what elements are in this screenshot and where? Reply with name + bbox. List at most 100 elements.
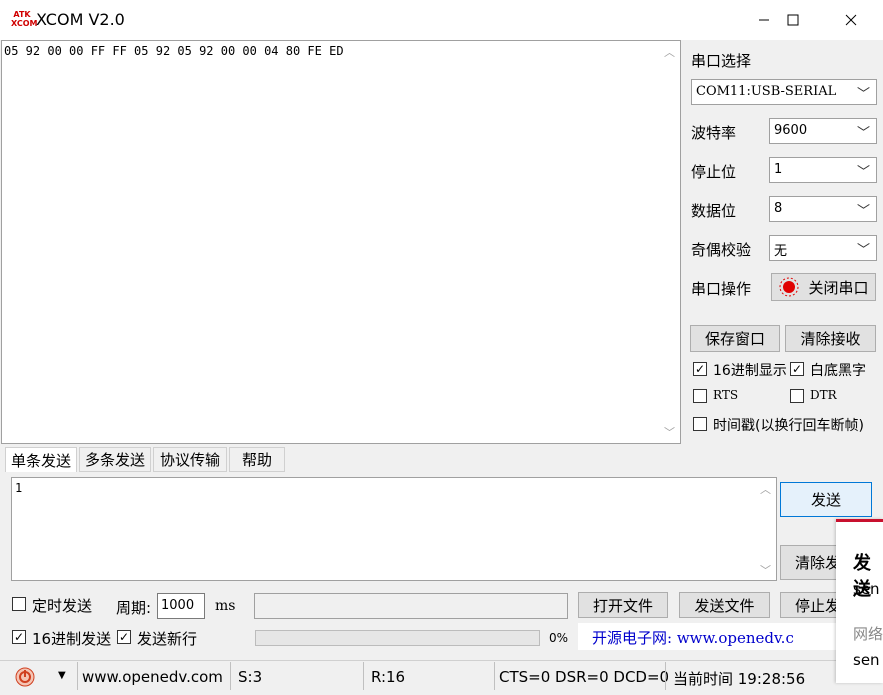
hex-send-checkbox[interactable]: ✓	[12, 630, 26, 644]
clear-receive-label: 清除接收	[800, 330, 861, 348]
port-select-value: COM11:USB-SERIAL	[696, 84, 837, 99]
data-bits-select[interactable]: 8 ﹀	[769, 196, 877, 222]
open-file-label: 打开文件	[592, 596, 653, 615]
serial-op-label: 串口操作	[691, 280, 752, 298]
parity-label: 奇偶校验	[691, 241, 752, 259]
period-unit: ms	[215, 598, 236, 614]
stop-bits-value: 1	[774, 162, 783, 177]
hex-display-checkbox[interactable]: ✓	[693, 362, 707, 376]
period-input[interactable]: 1000	[157, 593, 205, 619]
xcom-logo-icon: ATK XCOM	[11, 10, 38, 30]
dtr-checkbox[interactable]	[790, 389, 804, 403]
send-button[interactable]: 发送	[780, 482, 872, 517]
clear-receive-button[interactable]: 清除接收	[785, 325, 876, 352]
status-light-icon	[779, 277, 799, 297]
tab-help[interactable]: 帮助	[229, 447, 285, 472]
rts-label: RTS	[713, 388, 739, 402]
period-label: 周期:	[116, 599, 152, 617]
send-progress-bar	[255, 630, 540, 646]
send-file-label: 发送文件	[694, 596, 755, 615]
send-input[interactable]	[11, 477, 777, 581]
logo-text-bottom: XCOM	[11, 19, 38, 28]
close-icon	[845, 14, 857, 26]
white-bg-checkbox[interactable]: ✓	[790, 362, 804, 376]
hex-display-label: 16进制显示	[713, 363, 787, 379]
status-website[interactable]: www.openedv.com	[82, 668, 223, 686]
receive-scrollbar[interactable]	[659, 41, 680, 443]
send-newline-label: 发送新行	[137, 630, 198, 648]
send-newline-checkbox[interactable]: ✓	[117, 630, 131, 644]
receive-area[interactable]	[1, 40, 681, 444]
data-bits-label: 数据位	[691, 202, 737, 220]
scroll-up-icon[interactable]: ︿	[760, 481, 771, 497]
notification-popup[interactable]: 发送 sen 网络 sen	[836, 519, 883, 683]
tab-label: 单条发送	[10, 451, 71, 470]
close-port-label: 关闭串口	[808, 278, 869, 297]
stop-send-label: 停止发	[795, 596, 841, 615]
window-title: XCOM V2.0	[36, 10, 125, 29]
chevron-down-icon: ﹀	[856, 243, 870, 258]
status-sent: S:3	[238, 668, 263, 686]
chevron-down-icon: ﹀	[856, 87, 870, 102]
tab-protocol[interactable]: 协议传输	[153, 447, 227, 472]
save-window-label: 保存窗口	[704, 330, 765, 348]
parity-select[interactable]: 无 ﹀	[769, 235, 877, 261]
status-lines: CTS=0 DSR=0 DCD=0	[499, 668, 670, 686]
status-received: R:16	[371, 668, 406, 686]
data-bits-value: 8	[774, 201, 783, 216]
period-value: 1000	[161, 598, 195, 613]
send-button-label: 发送	[810, 491, 841, 509]
power-icon[interactable]	[15, 667, 35, 687]
maximize-icon	[787, 14, 799, 26]
receive-text: 05 92 00 00 FF FF 05 92 05 92 00 00 04 8…	[4, 44, 344, 58]
maximize-button[interactable]	[764, 0, 822, 40]
status-separator	[77, 662, 78, 690]
dropdown-arrow-icon[interactable]: ▼	[58, 670, 66, 681]
chevron-down-icon: ﹀	[856, 126, 870, 141]
scroll-up-icon[interactable]: ︿	[664, 44, 675, 60]
chevron-down-icon: ﹀	[856, 204, 870, 219]
port-select[interactable]: COM11:USB-SERIAL ﹀	[691, 79, 877, 105]
close-port-button[interactable]: 关闭串口	[771, 273, 876, 301]
open-file-button[interactable]: 打开文件	[578, 592, 668, 618]
clear-send-label: 清除发	[795, 554, 841, 572]
baud-select-value: 9600	[774, 123, 808, 138]
close-button[interactable]	[822, 0, 880, 40]
timed-send-checkbox[interactable]	[12, 597, 26, 611]
tab-single-send[interactable]: 单条发送	[5, 447, 77, 472]
serial-select-label: 串口选择	[691, 52, 752, 70]
logo-text-top: ATK	[13, 10, 31, 19]
status-separator	[363, 662, 364, 690]
stop-bits-label: 停止位	[691, 163, 737, 181]
status-separator	[230, 662, 231, 690]
tab-label: 多条发送	[84, 451, 145, 469]
stop-send-button[interactable]: 停止发	[780, 592, 840, 618]
dtr-label: DTR	[810, 388, 837, 402]
send-text: 1	[15, 481, 23, 495]
rts-checkbox[interactable]	[693, 389, 707, 403]
timestamp-label: 时间戳(以换行回车断帧)	[713, 418, 864, 434]
progress-percent: 0%	[549, 631, 569, 645]
timed-send-label: 定时发送	[32, 597, 93, 615]
tab-label: 帮助	[241, 451, 272, 469]
status-separator	[494, 662, 495, 690]
notification-line3: sen	[853, 651, 880, 669]
scroll-down-icon[interactable]: ﹀	[760, 562, 771, 578]
file-path-input[interactable]	[254, 593, 568, 619]
baud-select[interactable]: 9600 ﹀	[769, 118, 877, 144]
promo-text[interactable]: 开源电子网: www.openedv.c	[592, 627, 840, 648]
scroll-down-icon[interactable]: ﹀	[664, 424, 675, 440]
chevron-down-icon: ﹀	[856, 165, 870, 180]
tab-label: 协议传输	[159, 451, 220, 469]
timestamp-checkbox[interactable]	[693, 417, 707, 431]
hex-send-label: 16进制发送	[32, 630, 112, 648]
clear-send-button[interactable]: 清除发	[780, 545, 840, 580]
notification-line1: sen	[853, 580, 880, 598]
stop-bits-select[interactable]: 1 ﹀	[769, 157, 877, 183]
white-bg-label: 白底黑字	[810, 363, 866, 379]
send-file-button[interactable]: 发送文件	[679, 592, 770, 618]
save-window-button[interactable]: 保存窗口	[690, 325, 780, 352]
status-separator	[665, 662, 666, 690]
parity-value: 无	[774, 244, 788, 259]
tab-multi-send[interactable]: 多条发送	[79, 447, 151, 472]
